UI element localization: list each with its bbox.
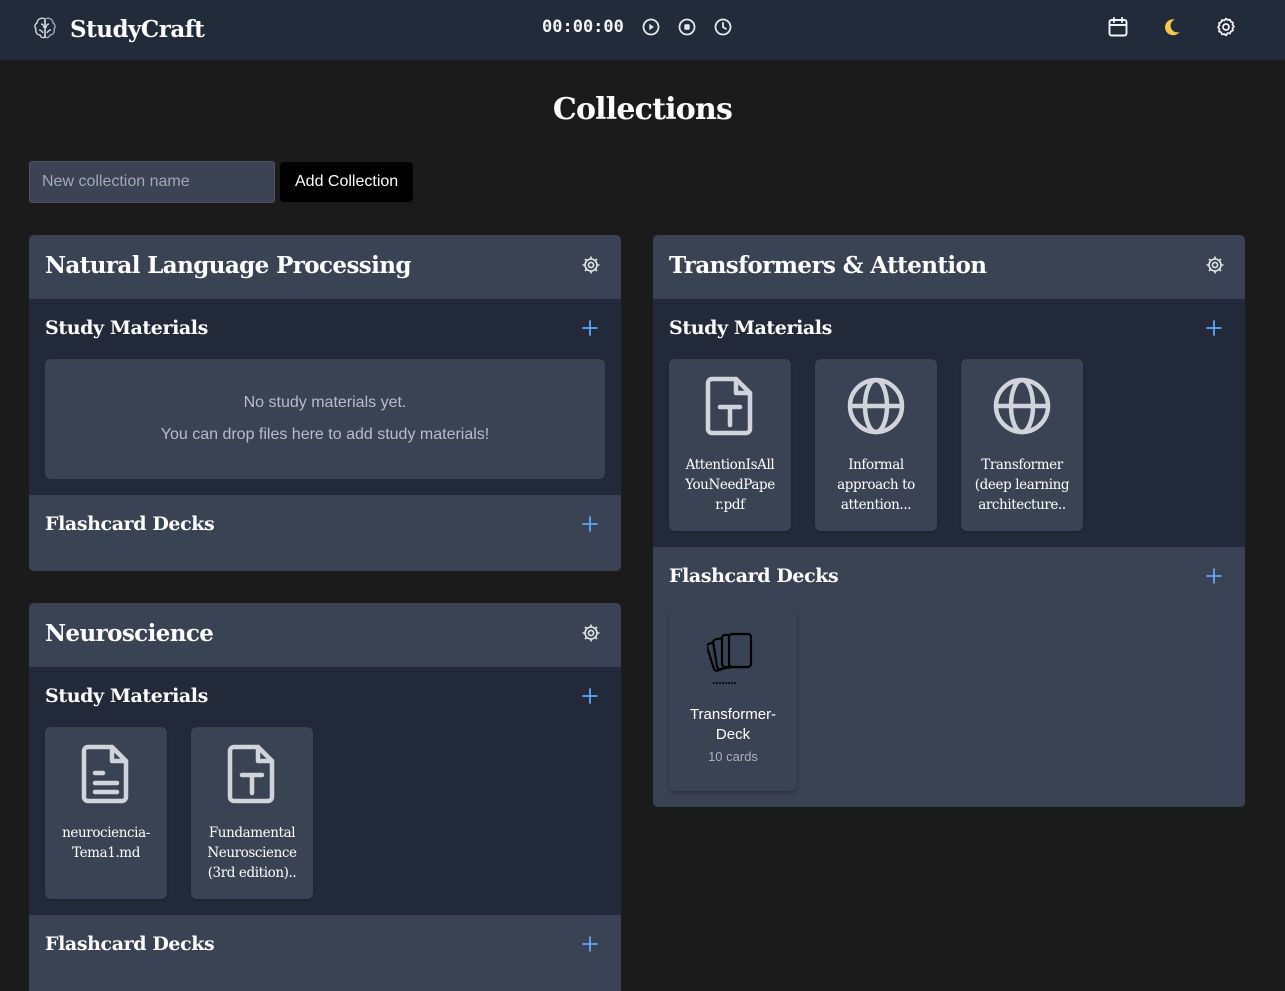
add-material-plus-icon[interactable]: [581, 319, 599, 337]
collection-title: Natural Language Processing: [45, 252, 412, 279]
add-deck-plus-icon[interactable]: [1205, 567, 1223, 585]
section-title: Flashcard Decks: [669, 565, 839, 587]
settings-gear-icon[interactable]: [1215, 16, 1237, 38]
header-actions: [1107, 16, 1237, 38]
materials-dropzone[interactable]: No study materials yet. You can drop fil…: [45, 359, 605, 479]
play-icon[interactable]: [640, 16, 662, 38]
material-name: Transformer (deep learning architecture.…: [974, 457, 1070, 513]
section-title: Study Materials: [45, 317, 208, 339]
top-bar: StudyCraft 00:00:00: [0, 0, 1285, 61]
brand[interactable]: StudyCraft: [32, 14, 205, 44]
material-card[interactable]: AttentionIsAll YouNeedPape r.pdf: [669, 359, 791, 531]
collection-header: Neuroscience: [29, 603, 621, 667]
material-name: Informal approach to attention...: [837, 457, 915, 513]
deck-name: Transformer- Deck: [689, 706, 777, 743]
new-collection-form: Add Collection: [29, 161, 414, 203]
add-deck-plus-icon[interactable]: [581, 515, 599, 533]
cards-stack-icon: [705, 631, 755, 691]
section-title: Flashcard Decks: [45, 933, 215, 955]
brain-logo-icon: [32, 14, 58, 44]
material-name: AttentionIsAll YouNeedPape r.pdf: [685, 457, 775, 513]
add-collection-button[interactable]: Add Collection: [280, 162, 414, 202]
study-materials-section: Study Materials No study materials yet. …: [29, 299, 621, 495]
material-name: neurociencia- Tema1.md: [62, 825, 150, 861]
collection-card: Transformers & Attention Study Materials: [653, 235, 1245, 807]
collection-header: Transformers & Attention: [653, 235, 1245, 299]
app-name: StudyCraft: [70, 15, 205, 43]
document-icon: [76, 743, 136, 805]
study-materials-section: Study Materials AttentionIsAll YouNeedPa…: [653, 299, 1245, 547]
flashcard-decks-section: Flashcard Decks: [29, 495, 621, 571]
material-card[interactable]: Informal approach to attention...: [815, 359, 937, 531]
new-collection-input[interactable]: [29, 161, 275, 203]
add-material-plus-icon[interactable]: [1205, 319, 1223, 337]
calendar-icon[interactable]: [1107, 16, 1129, 38]
stop-icon[interactable]: [676, 16, 698, 38]
empty-hint: You can drop files here to add study mat…: [160, 426, 490, 443]
material-name: Fundamental Neuroscience (3rd edition)..: [207, 825, 297, 881]
globe-icon: [846, 375, 906, 437]
moon-icon[interactable]: [1161, 16, 1183, 38]
timer-display: 00:00:00: [542, 17, 624, 37]
clock-icon[interactable]: [712, 16, 734, 38]
deck-card[interactable]: Transformer- Deck 10 cards: [669, 609, 797, 791]
material-card[interactable]: neurociencia- Tema1.md: [45, 727, 167, 899]
collection-settings-gear-icon[interactable]: [581, 623, 601, 643]
deck-card-count: 10 cards: [708, 749, 758, 764]
flashcard-decks-section: Flashcard Decks Transformer- Deck 10 car…: [653, 547, 1245, 807]
globe-icon: [992, 375, 1052, 437]
section-title: Study Materials: [669, 317, 832, 339]
collection-header: Natural Language Processing: [29, 235, 621, 299]
materials-grid: AttentionIsAll YouNeedPape r.pdf Informa…: [669, 359, 1083, 531]
section-title: Flashcard Decks: [45, 513, 215, 535]
text-file-icon: [222, 743, 282, 805]
material-card[interactable]: Fundamental Neuroscience (3rd edition)..: [191, 727, 313, 899]
study-timer: 00:00:00: [542, 16, 734, 38]
collection-title: Transformers & Attention: [669, 252, 987, 279]
section-title: Study Materials: [45, 685, 208, 707]
materials-grid: neurociencia- Tema1.md Fundamental Neuro…: [45, 727, 313, 899]
material-card[interactable]: Transformer (deep learning architecture.…: [961, 359, 1083, 531]
text-file-icon: [700, 375, 760, 437]
add-material-plus-icon[interactable]: [581, 687, 599, 705]
collection-settings-gear-icon[interactable]: [1205, 255, 1225, 275]
empty-message: No study materials yet.: [243, 394, 407, 411]
collection-card: Natural Language Processing Study Materi…: [29, 235, 621, 571]
collection-card: Neuroscience Study Materials neurocienci…: [29, 603, 621, 991]
flashcard-decks-section: Flashcard Decks: [29, 915, 621, 991]
add-deck-plus-icon[interactable]: [581, 935, 599, 953]
study-materials-section: Study Materials neurociencia- Tema1.md F…: [29, 667, 621, 915]
page-title: Collections: [552, 92, 733, 127]
collection-title: Neuroscience: [45, 620, 214, 647]
collection-settings-gear-icon[interactable]: [581, 255, 601, 275]
